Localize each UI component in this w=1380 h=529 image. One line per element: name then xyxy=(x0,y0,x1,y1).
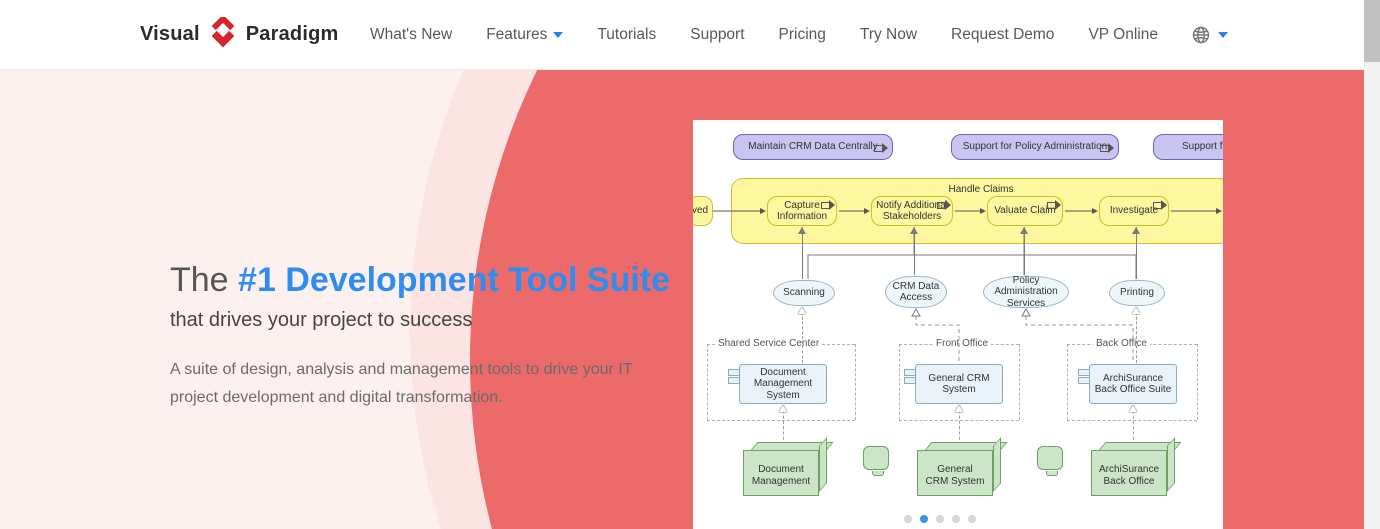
carousel-dot-4[interactable] xyxy=(968,515,976,523)
site-header: Visual Paradigm What's New Features Tuto… xyxy=(0,0,1364,70)
brand-word-2: Paradigm xyxy=(246,23,339,46)
diagram-flow-arrows xyxy=(693,202,1223,222)
diagram-service: CRM Data Access xyxy=(885,276,947,308)
arrow-icon xyxy=(874,143,886,153)
carousel-dot-1[interactable] xyxy=(920,515,928,523)
diagram-component: General CRM System xyxy=(915,364,1003,404)
diagram-service: Policy Administration Services xyxy=(983,276,1069,308)
diagram-container-title: Handle Claims xyxy=(732,184,1223,195)
arrow-icon xyxy=(1100,143,1112,153)
nav-whats-new[interactable]: What's New xyxy=(370,26,452,44)
hero-headline-accent: #1 Development Tool Suite xyxy=(238,261,670,299)
chevron-down-icon xyxy=(553,32,563,38)
diagram-device-icon xyxy=(1037,446,1063,470)
diagram-business-process: Maintain CRM Data Centrally xyxy=(733,134,893,160)
nav-features[interactable]: Features xyxy=(486,26,563,44)
hero-body: A suite of design, analysis and manageme… xyxy=(170,356,670,412)
scrollbar-track[interactable] xyxy=(1364,0,1380,529)
diagram-business-process: Support f xyxy=(1153,134,1223,160)
diagram-group-label: Back Office xyxy=(1093,338,1150,349)
globe-icon xyxy=(1192,26,1210,44)
carousel-dot-2[interactable] xyxy=(936,515,944,523)
nav-support[interactable]: Support xyxy=(690,26,744,44)
primary-nav: What's New Features Tutorials Support Pr… xyxy=(370,0,1228,70)
nav-language[interactable] xyxy=(1192,26,1228,44)
diagram-node: General CRM System xyxy=(917,442,1001,496)
hero-headline: The #1 Development Tool Suite xyxy=(170,260,690,301)
nav-try-now[interactable]: Try Now xyxy=(860,26,917,44)
brand-diamond-icon xyxy=(206,17,240,51)
brand-word-1: Visual xyxy=(140,23,200,46)
hero-subhead: that drives your project to success xyxy=(170,309,690,332)
diagram-node: Document Management xyxy=(743,442,827,496)
diagram-group-label: Front Office xyxy=(933,338,991,349)
hero-section: The #1 Development Tool Suite that drive… xyxy=(0,70,1364,529)
diagram-service: Printing xyxy=(1109,280,1165,306)
hero-diagram: Maintain CRM Data Centrally Support for … xyxy=(693,120,1223,529)
nav-vp-online[interactable]: VP Online xyxy=(1088,26,1158,44)
scrollbar-thumb[interactable] xyxy=(1364,0,1380,62)
carousel-dots xyxy=(904,515,976,523)
brand-logo[interactable]: Visual Paradigm xyxy=(140,16,339,52)
carousel-dot-0[interactable] xyxy=(904,515,912,523)
diagram-component: ArchiSurance Back Office Suite xyxy=(1089,364,1177,404)
carousel-dot-3[interactable] xyxy=(952,515,960,523)
chevron-down-icon xyxy=(1218,32,1228,38)
diagram-node: ArchiSurance Back Office xyxy=(1091,442,1175,496)
nav-tutorials[interactable]: Tutorials xyxy=(597,26,656,44)
hero-copy: The #1 Development Tool Suite that drive… xyxy=(170,260,690,412)
diagram-device-icon xyxy=(863,446,889,470)
diagram-component: Document Management System xyxy=(739,364,827,404)
diagram-business-process: Support for Policy Administration xyxy=(951,134,1119,160)
diagram-group-label: Shared Service Center xyxy=(715,338,822,349)
nav-request-demo[interactable]: Request Demo xyxy=(951,26,1054,44)
diagram-service: Scanning xyxy=(773,280,835,306)
nav-pricing[interactable]: Pricing xyxy=(779,26,826,44)
